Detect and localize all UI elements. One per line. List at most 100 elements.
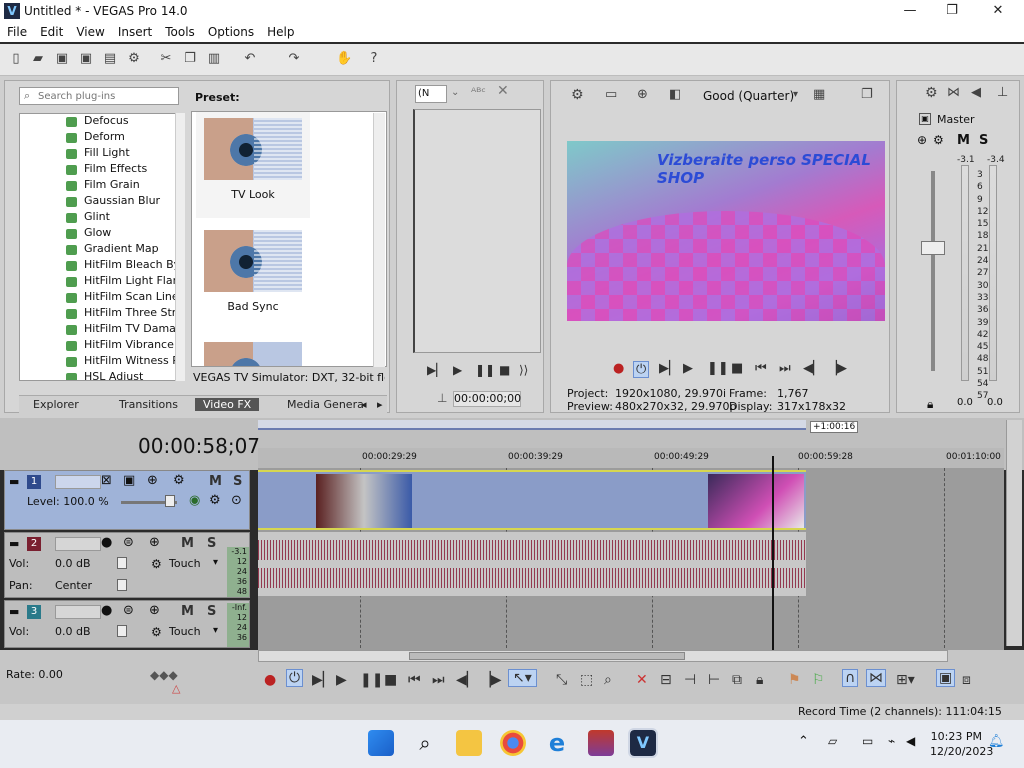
clear-icon[interactable]: ✕: [497, 83, 509, 99]
redo-icon[interactable]: ↷: [286, 51, 302, 69]
mute-button[interactable]: M: [181, 536, 194, 551]
record-icon[interactable]: ●: [264, 672, 276, 688]
chevron-down-icon[interactable]: ⌄: [451, 87, 459, 98]
split-icon[interactable]: ⧉: [732, 672, 742, 688]
display-icon[interactable]: ▭: [862, 734, 873, 748]
track-fx-icon[interactable]: ⊕: [149, 603, 160, 618]
network-icon[interactable]: ⌁: [888, 734, 895, 748]
automation-mode[interactable]: Touch: [169, 557, 201, 570]
render-icon[interactable]: ▤: [102, 51, 118, 69]
list-item[interactable]: Defocus: [20, 114, 184, 130]
mute-button[interactable]: M: [209, 474, 222, 489]
copy-icon[interactable]: ❐: [182, 51, 198, 69]
preset-tv-look[interactable]: TV Look: [196, 112, 310, 218]
delete-icon[interactable]: ✕: [636, 672, 648, 688]
marker-pin-icon[interactable]: ⊥: [437, 391, 447, 405]
overlays-icon[interactable]: ◧: [669, 87, 681, 102]
play-from-start-icon[interactable]: ▶▏: [427, 363, 445, 377]
stop-icon[interactable]: ■: [731, 361, 743, 376]
undo-icon[interactable]: ↶: [242, 51, 258, 69]
scrollbar-thumb[interactable]: [409, 652, 685, 660]
list-item[interactable]: HitFilm Light Flares: [20, 274, 184, 290]
region-icon[interactable]: ⚐: [812, 672, 825, 688]
menu-options[interactable]: Options: [201, 22, 260, 39]
solo-button[interactable]: S: [233, 474, 242, 489]
search-icon[interactable]: ⌕: [412, 730, 438, 756]
list-item[interactable]: HitFilm Vibrance: [20, 338, 184, 354]
video-clip[interactable]: [316, 474, 412, 528]
normal-edit-tool-icon[interactable]: ↖▾: [508, 669, 537, 687]
snapping-magnet-icon[interactable]: ∩: [842, 669, 859, 687]
tab-video-fx[interactable]: Video FX: [195, 398, 260, 411]
winrar-icon[interactable]: [588, 730, 614, 756]
master-solo-button[interactable]: S: [979, 133, 988, 148]
preset-next[interactable]: [196, 336, 310, 366]
volume-slider-handle[interactable]: [117, 625, 127, 637]
arm-record-icon[interactable]: ●: [101, 535, 112, 550]
list-item[interactable]: Gaussian Blur: [20, 194, 184, 210]
composite-mode-icon[interactable]: ◉: [189, 493, 200, 508]
trim-end-icon[interactable]: ⊢: [708, 672, 720, 688]
open-folder-icon[interactable]: ▰: [30, 51, 46, 69]
track-header-audio-2[interactable]: ▬ 2 ● ⊜ ⊕ M S Vol: 0.0 dB ⚙ Touch ▾ Pan:…: [4, 532, 250, 598]
save-as-icon[interactable]: ▣: [78, 51, 94, 69]
file-explorer-icon[interactable]: [456, 730, 482, 756]
chevron-down-icon[interactable]: ▾: [213, 557, 218, 568]
chevron-up-icon[interactable]: ⌃: [798, 734, 809, 749]
menu-help[interactable]: Help: [260, 22, 300, 39]
master-mute-button[interactable]: M: [957, 133, 970, 148]
timeline-ruler[interactable]: 00:00:29:29 00:00:39:29 00:00:49:29 00:0…: [258, 448, 1004, 468]
what-is-icon[interactable]: ✋: [336, 51, 352, 69]
track-fx-icon[interactable]: ⊕: [149, 535, 160, 550]
solo-button[interactable]: S: [207, 604, 216, 619]
stop-icon[interactable]: ■: [384, 672, 397, 688]
arm-record-icon[interactable]: ●: [101, 603, 112, 618]
zoom-tool-icon[interactable]: ⌕: [604, 672, 612, 688]
save-icon[interactable]: ▣: [54, 51, 70, 69]
make-parent-icon[interactable]: ⊙: [231, 493, 242, 508]
track-fx-icon[interactable]: ⊕: [147, 473, 158, 488]
track-header-audio-3[interactable]: ▬ 3 ● ⊜ ⊕ M S Vol: 0.0 dB ⚙ Touch ▾ -Inf…: [4, 600, 250, 648]
track-name-field[interactable]: [55, 537, 101, 551]
help-icon[interactable]: ?: [366, 51, 382, 69]
play-from-start-icon[interactable]: ▶▏: [312, 672, 334, 688]
search-box[interactable]: ⌕: [19, 87, 179, 105]
vegas-pro-taskbar-icon[interactable]: V: [628, 728, 658, 758]
menu-view[interactable]: View: [69, 22, 110, 39]
level-slider-handle[interactable]: [165, 495, 175, 507]
master-fader-handle[interactable]: [921, 241, 945, 255]
play-icon[interactable]: ▶: [683, 361, 693, 376]
list-item[interactable]: Film Grain: [20, 178, 184, 194]
search-input[interactable]: [38, 89, 176, 103]
trim-start-icon[interactable]: ⊣: [684, 672, 696, 688]
downmix-icon[interactable]: ⋈: [947, 85, 960, 100]
stop-icon[interactable]: ■: [499, 363, 510, 377]
preset-scrollbar[interactable]: [373, 113, 385, 367]
preview-quality-select[interactable]: Good (Quarter): [703, 89, 794, 103]
automation-gear-icon[interactable]: ⚙: [151, 625, 162, 639]
master-fx-icon[interactable]: ▣: [919, 113, 931, 125]
solo-button[interactable]: S: [207, 536, 216, 551]
external-monitor-icon[interactable]: ▭: [605, 87, 617, 102]
new-file-icon[interactable]: ▯: [8, 51, 24, 69]
audio-track-lane[interactable]: [258, 532, 806, 596]
volume-icon[interactable]: ◀: [906, 734, 915, 748]
ripple-edit-icon[interactable]: ⊞▾: [896, 672, 915, 688]
preview-settings-gear-icon[interactable]: ⚙: [571, 87, 584, 103]
list-item[interactable]: Fill Light: [20, 146, 184, 162]
windows-start-icon[interactable]: [368, 730, 394, 756]
play-icon[interactable]: ▶: [453, 363, 462, 377]
video-clip[interactable]: [708, 474, 804, 528]
pause-icon[interactable]: ❚❚: [360, 672, 383, 688]
previous-frame-icon[interactable]: ◀▏: [803, 361, 823, 376]
pan-slider-handle[interactable]: [117, 579, 127, 591]
invert-phase-icon[interactable]: ⊜: [123, 603, 134, 618]
track-header-video-1[interactable]: ▬ 1 ⊠ ▣ ⊕ ⚙ M S Level: 100.0 % ◉ ⚙ ⊙: [4, 470, 250, 530]
internet-explorer-icon[interactable]: e: [544, 730, 570, 756]
trimmer-view[interactable]: [413, 109, 541, 353]
minimize-button[interactable]: —: [890, 2, 930, 20]
next-frame-icon[interactable]: ▕▶: [480, 672, 502, 688]
pause-icon[interactable]: ❚❚: [475, 363, 495, 377]
play-icon[interactable]: ▶: [336, 672, 347, 688]
trimmer-select[interactable]: (N: [415, 85, 447, 103]
